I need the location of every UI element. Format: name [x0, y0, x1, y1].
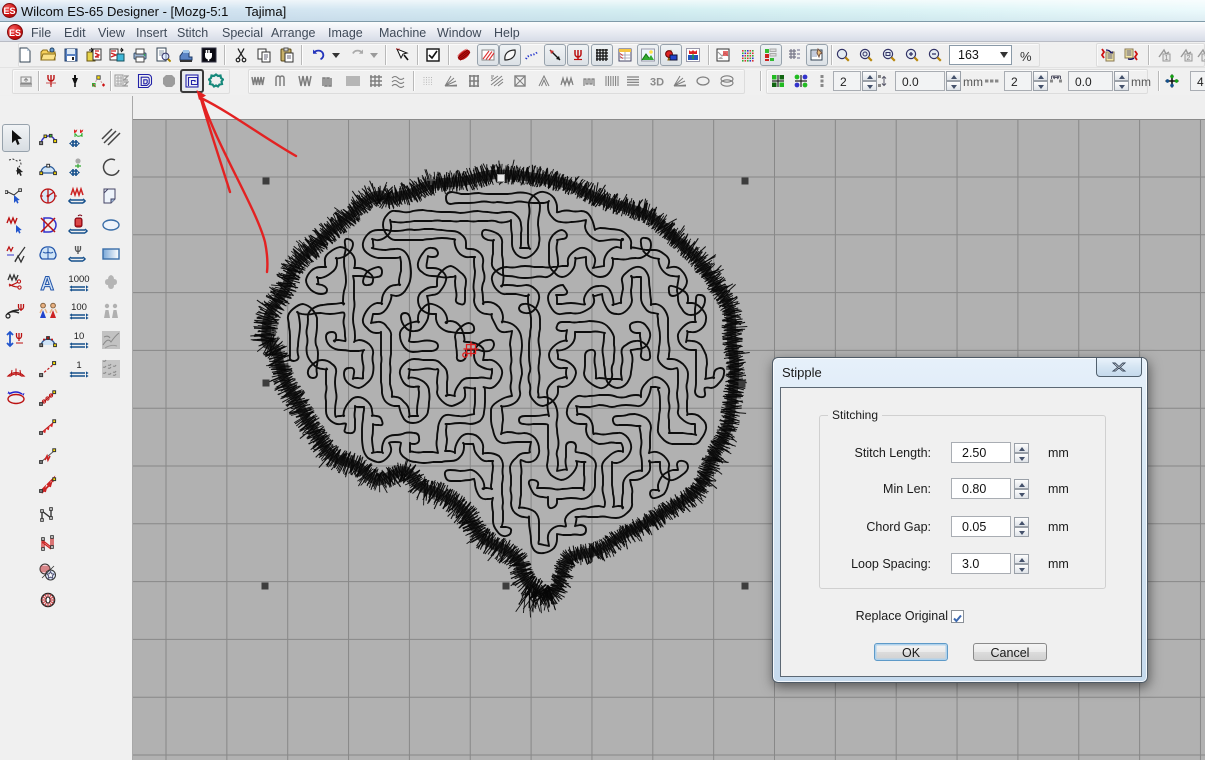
- svg-text:3D: 3D: [650, 77, 664, 89]
- svg-text:1: 1: [76, 360, 81, 371]
- svg-text:1000: 1000: [68, 274, 89, 285]
- svg-text:A: A: [40, 274, 54, 294]
- svg-text:100: 100: [71, 302, 87, 313]
- svg-text:2: 2: [1187, 55, 1191, 62]
- svg-text:10: 10: [74, 331, 85, 342]
- svg-text:1: 1: [1165, 55, 1169, 62]
